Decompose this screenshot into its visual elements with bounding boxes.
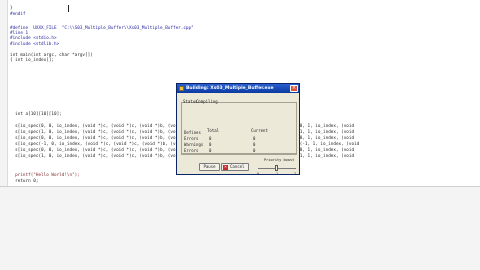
cancel-label: Cancel — [230, 164, 245, 169]
stat-row-total: 0 — [209, 142, 212, 147]
stat-row-total: 0 — [209, 136, 212, 141]
dialog-title: Building: Xs03_Multiple_Buffer.exe — [186, 86, 274, 91]
stat-row-total: 0 — [209, 148, 212, 153]
text-caret — [68, 5, 69, 12]
column-header-total: Total — [207, 128, 220, 133]
cancel-button[interactable]: × Cancel — [221, 163, 249, 171]
code-line: #include <stdlib.h> — [10, 42, 60, 47]
stat-row-current: 0 — [253, 136, 256, 141]
priority-boost-label: Priority boost — [264, 158, 295, 162]
code-line: { int io_index[]; — [10, 58, 54, 63]
divider — [181, 154, 297, 155]
status-value: Compiling — [196, 99, 218, 104]
close-icon[interactable]: × — [290, 85, 298, 92]
code-line: #define UXXX_FILE "C:\\S03_Multiple_Buff… — [10, 26, 194, 31]
column-header-current: Current — [251, 128, 268, 133]
editor-gutter — [0, 0, 8, 186]
code-line: int a[10][10][10]; — [10, 112, 62, 117]
priority-tick-label: 2 — [294, 172, 297, 176]
code-line: #endif — [10, 12, 26, 17]
dialog-titlebar[interactable]: Building: Xs03_Multiple_Buffer.exe × — [177, 84, 299, 93]
stat-row-label: Warnings — [184, 142, 204, 147]
stat-row-current: 0 — [253, 148, 256, 153]
pause-button[interactable]: Pause — [199, 163, 220, 171]
priority-tick-label: 1 — [276, 172, 279, 176]
priority-tick-label: 0 — [257, 172, 260, 176]
output-pane[interactable] — [0, 186, 480, 270]
cancel-icon: × — [223, 165, 228, 170]
priority-slider-thumb[interactable] — [275, 165, 278, 171]
app-icon — [179, 86, 184, 91]
stat-row-label: Defines — [184, 130, 201, 135]
stat-row-current: 0 — [253, 142, 256, 147]
stat-row-label: Errors — [184, 136, 199, 141]
stat-row-label: Errors — [184, 148, 199, 153]
code-line: return 0; — [10, 179, 39, 184]
